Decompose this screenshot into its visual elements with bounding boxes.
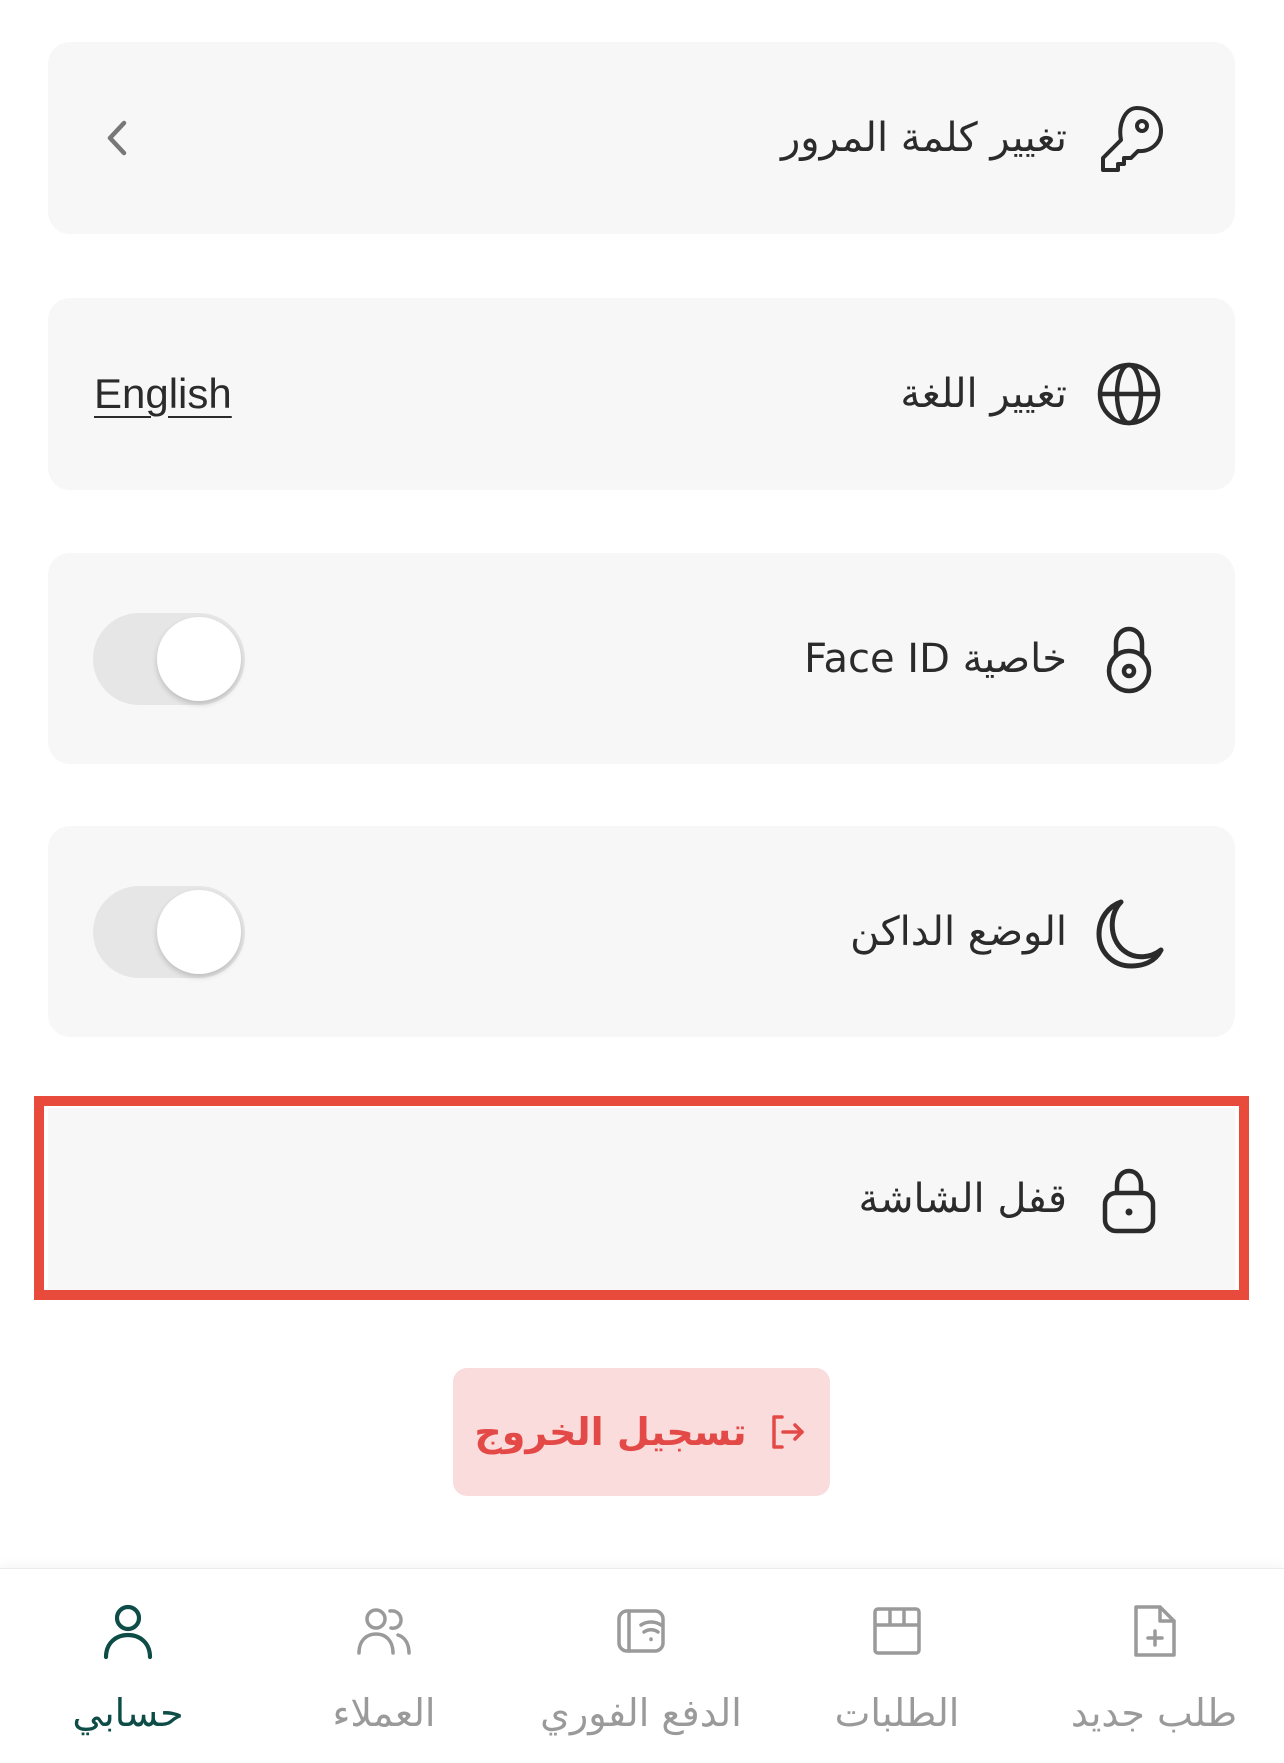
- nav-label-instant-payment: الدفع الفوري: [540, 1691, 742, 1735]
- file-plus-icon: [1134, 1605, 1176, 1657]
- moon-icon: [1091, 894, 1167, 970]
- toggle-knob: [157, 889, 241, 974]
- nav-item-orders[interactable]: الطلبات: [782, 1601, 1012, 1751]
- box-icon: [873, 1607, 921, 1655]
- face-id-label: خاصية Face ID: [804, 635, 1067, 682]
- chevron-left-icon: [107, 120, 127, 156]
- wallet-icon: [617, 1609, 665, 1653]
- change-password-row[interactable]: تغيير كلمة المرور: [48, 42, 1235, 234]
- nav-item-instant-payment[interactable]: الدفع الفوري: [526, 1601, 756, 1751]
- nav-label-my-account: حسابي: [72, 1691, 184, 1735]
- change-language-row[interactable]: تغيير اللغة English: [48, 298, 1235, 490]
- dark-mode-label: الوضع الداكن: [850, 908, 1067, 955]
- globe-icon: [1091, 356, 1167, 432]
- nav-label-orders: الطلبات: [834, 1691, 960, 1735]
- dark-mode-row: الوضع الداكن: [48, 826, 1235, 1037]
- face-id-toggle[interactable]: [93, 612, 245, 705]
- screen-lock-row[interactable]: قفل الشاشة: [48, 1108, 1235, 1290]
- nav-item-new-order[interactable]: طلب جديد: [1039, 1601, 1269, 1751]
- padlock-icon: [1091, 621, 1167, 697]
- nav-label-new-order: طلب جديد: [1070, 1691, 1238, 1735]
- nav-item-my-account[interactable]: حسابي: [13, 1601, 243, 1751]
- users-icon: [357, 1608, 411, 1655]
- screen-lock-label: قفل الشاشة: [858, 1176, 1068, 1222]
- change-password-label: تغيير كلمة المرور: [780, 115, 1067, 161]
- user-icon: [103, 1604, 153, 1660]
- nav-label-customers: العملاء: [332, 1691, 436, 1735]
- logout-button[interactable]: تسجيل الخروج: [453, 1368, 830, 1496]
- logout-icon: [771, 1415, 804, 1449]
- nav-item-customers[interactable]: العملاء: [269, 1601, 499, 1751]
- settings-screen: تغيير كلمة المرور تغيير اللغة English خا…: [0, 0, 1284, 1763]
- logout-label: تسجيل الخروج: [474, 1410, 747, 1454]
- lock-icon: [1091, 1161, 1167, 1237]
- language-value-link[interactable]: English: [94, 370, 232, 418]
- key-icon: [1091, 100, 1167, 176]
- toggle-knob: [157, 616, 241, 701]
- change-language-label: تغيير اللغة: [900, 371, 1067, 417]
- bottom-nav: حسابي العملاء الدفع الفوري الطلبات طلب ج…: [0, 1568, 1284, 1763]
- dark-mode-toggle[interactable]: [93, 885, 245, 978]
- face-id-row: خاصية Face ID: [48, 553, 1235, 764]
